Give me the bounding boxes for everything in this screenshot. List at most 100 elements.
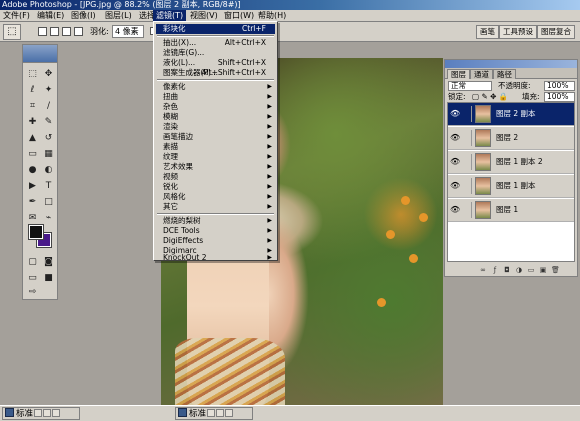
fill-input[interactable]: 100% bbox=[544, 92, 575, 102]
tab-layers[interactable]: 图层 bbox=[447, 69, 470, 79]
filter-menu-item[interactable]: 其它 ▶ bbox=[156, 202, 275, 212]
marquee-tool-icon[interactable]: ⬚ bbox=[25, 67, 40, 81]
visibility-eye-icon[interactable]: 👁 bbox=[450, 109, 460, 119]
filter-menu-item[interactable]: 抽出(X)... Alt+Ctrl+X bbox=[156, 38, 275, 48]
eyedropper-icon[interactable]: ⌁ bbox=[41, 211, 56, 225]
lasso-tool-icon[interactable]: ℓ bbox=[25, 83, 40, 97]
filter-menu-item[interactable]: 视频 ▶ bbox=[156, 172, 275, 182]
layer-row[interactable]: 👁 图层 1 副本 bbox=[448, 175, 574, 198]
dodge-tool-icon[interactable]: ◐ bbox=[41, 163, 56, 177]
layer-row[interactable]: 👁 图层 1 bbox=[448, 199, 574, 222]
visibility-eye-icon[interactable]: 👁 bbox=[450, 205, 460, 215]
menu-layer[interactable]: 图层(L) bbox=[102, 10, 135, 22]
visibility-eye-icon[interactable]: 👁 bbox=[450, 133, 460, 143]
slice-tool-icon[interactable]: ∕ bbox=[41, 99, 56, 113]
filter-menu-item[interactable]: 彩块化 Ctrl+F bbox=[156, 24, 275, 34]
marquee-preset-icon[interactable]: ⬚ bbox=[3, 24, 21, 40]
type-tool-icon[interactable]: T bbox=[41, 179, 56, 193]
feather-input[interactable]: 4 像素 bbox=[112, 25, 144, 38]
gradient-tool-icon[interactable]: ▦ bbox=[41, 147, 56, 161]
filter-menu-item[interactable]: 液化(L)... Shift+Ctrl+X bbox=[156, 58, 275, 68]
maximize-button[interactable] bbox=[43, 409, 52, 417]
add-selection-icon[interactable] bbox=[50, 27, 59, 36]
link-slot[interactable] bbox=[462, 202, 472, 218]
screen-mode-icon[interactable]: ▭ bbox=[25, 271, 40, 285]
healing-brush-icon[interactable]: ✚ bbox=[25, 115, 40, 129]
palette-well-brushes[interactable]: 画笔 bbox=[476, 25, 499, 39]
close-button[interactable] bbox=[225, 409, 234, 417]
filter-menu-item[interactable]: 纹理 ▶ bbox=[156, 152, 275, 162]
tab-channels[interactable]: 通道 bbox=[470, 69, 493, 79]
filter-menu-item[interactable]: 像素化 ▶ bbox=[156, 82, 275, 92]
move-tool-icon[interactable]: ✥ bbox=[41, 67, 56, 81]
magic-wand-icon[interactable]: ✦ bbox=[41, 83, 56, 97]
quick-mask-icon[interactable]: ◙ bbox=[41, 255, 56, 269]
opacity-input[interactable]: 100% bbox=[544, 81, 575, 91]
filter-menu-item[interactable]: 杂色 ▶ bbox=[156, 102, 275, 112]
blur-tool-icon[interactable]: ● bbox=[25, 163, 40, 177]
restore-button[interactable] bbox=[207, 409, 216, 417]
visibility-eye-icon[interactable]: 👁 bbox=[450, 157, 460, 167]
delete-layer-icon[interactable]: 🗑 bbox=[551, 266, 560, 274]
lock-icons[interactable]: ▢ ✎ ✥ 🔒 bbox=[472, 92, 508, 102]
filter-menu-item[interactable]: 燃烧的梨树 ▶ bbox=[156, 216, 275, 226]
blend-mode-select[interactable]: 正常 bbox=[448, 81, 492, 91]
pen-tool-icon[interactable]: ✒ bbox=[25, 195, 40, 209]
filter-menu-item[interactable]: 艺术效果 ▶ bbox=[156, 162, 275, 172]
layers-panel-header[interactable] bbox=[445, 60, 577, 68]
tab-paths[interactable]: 路径 bbox=[493, 69, 516, 79]
adjustment-layer-icon[interactable]: ◑ bbox=[515, 266, 523, 274]
filter-menu-item[interactable]: 渲染 ▶ bbox=[156, 122, 275, 132]
link-layers-icon[interactable]: ∞ bbox=[479, 266, 487, 274]
filter-menu-item[interactable]: 图案生成器(P)... Alt+Shift+Ctrl+X bbox=[156, 68, 275, 78]
maximize-button[interactable] bbox=[216, 409, 225, 417]
filter-menu-item[interactable]: DCE Tools ▶ bbox=[156, 226, 275, 236]
brush-tool-icon[interactable]: ✎ bbox=[41, 115, 56, 129]
restore-button[interactable] bbox=[34, 409, 43, 417]
path-select-icon[interactable]: ▶ bbox=[25, 179, 40, 193]
filter-menu-item[interactable]: 风格化 ▶ bbox=[156, 192, 275, 202]
filter-menu-item[interactable]: 素描 ▶ bbox=[156, 142, 275, 152]
link-slot[interactable] bbox=[462, 130, 472, 146]
layer-row[interactable]: 👁 图层 2 副本 bbox=[448, 103, 574, 126]
minimized-window-left[interactable]: 标准 bbox=[2, 407, 80, 420]
toolbox-header[interactable] bbox=[23, 45, 57, 63]
palette-well-tool-presets[interactable]: 工具预设 bbox=[499, 25, 537, 39]
link-slot[interactable] bbox=[462, 178, 472, 194]
filter-menu-item[interactable]: 模糊 ▶ bbox=[156, 112, 275, 122]
visibility-eye-icon[interactable]: 👁 bbox=[450, 181, 460, 191]
minimized-window-center[interactable]: 标准 bbox=[175, 407, 253, 420]
history-brush-icon[interactable]: ↺ bbox=[41, 131, 56, 145]
menu-image[interactable]: 图像(I) bbox=[68, 10, 99, 22]
link-slot[interactable] bbox=[462, 154, 472, 170]
subtract-selection-icon[interactable] bbox=[62, 27, 71, 36]
filter-menu-item[interactable]: 锐化 ▶ bbox=[156, 182, 275, 192]
intersect-selection-icon[interactable] bbox=[74, 27, 83, 36]
link-slot[interactable] bbox=[462, 106, 472, 122]
new-layer-icon[interactable]: ▣ bbox=[539, 266, 547, 274]
filter-menu-item[interactable]: DigiEffects ▶ bbox=[156, 236, 275, 246]
filter-menu-item[interactable]: 画笔描边 ▶ bbox=[156, 132, 275, 142]
filter-menu-item[interactable]: KnockOut 2 ▶ bbox=[156, 253, 275, 262]
new-group-icon[interactable]: ▭ bbox=[527, 266, 535, 274]
jump-to-imageready-icon[interactable]: ⇨ bbox=[25, 285, 40, 299]
standard-mode-icon[interactable]: ▢ bbox=[25, 255, 40, 269]
palette-well-layer-comps[interactable]: 图层复合 bbox=[537, 25, 575, 39]
clone-stamp-icon[interactable]: ▲ bbox=[25, 131, 40, 145]
menu-edit[interactable]: 编辑(E) bbox=[34, 10, 67, 22]
shape-tool-icon[interactable]: □ bbox=[41, 195, 56, 209]
close-button[interactable] bbox=[52, 409, 61, 417]
filter-menu-item[interactable]: 滤镜库(G)... bbox=[156, 48, 275, 58]
eraser-tool-icon[interactable]: ▭ bbox=[25, 147, 40, 161]
notes-tool-icon[interactable]: ✉ bbox=[25, 211, 40, 225]
fullscreen-mode-icon[interactable]: ■ bbox=[41, 271, 56, 285]
layer-mask-icon[interactable]: ◘ bbox=[503, 266, 511, 274]
foreground-color-swatch[interactable] bbox=[28, 224, 44, 240]
layer-style-icon[interactable]: ƒ bbox=[491, 266, 499, 274]
filter-menu-item[interactable]: 扭曲 ▶ bbox=[156, 92, 275, 102]
crop-tool-icon[interactable]: ⌗ bbox=[25, 99, 40, 113]
layer-row[interactable]: 👁 图层 2 bbox=[448, 127, 574, 150]
layer-row[interactable]: 👁 图层 1 副本 2 bbox=[448, 151, 574, 174]
menu-file[interactable]: 文件(F) bbox=[0, 10, 33, 22]
new-selection-icon[interactable] bbox=[38, 27, 47, 36]
